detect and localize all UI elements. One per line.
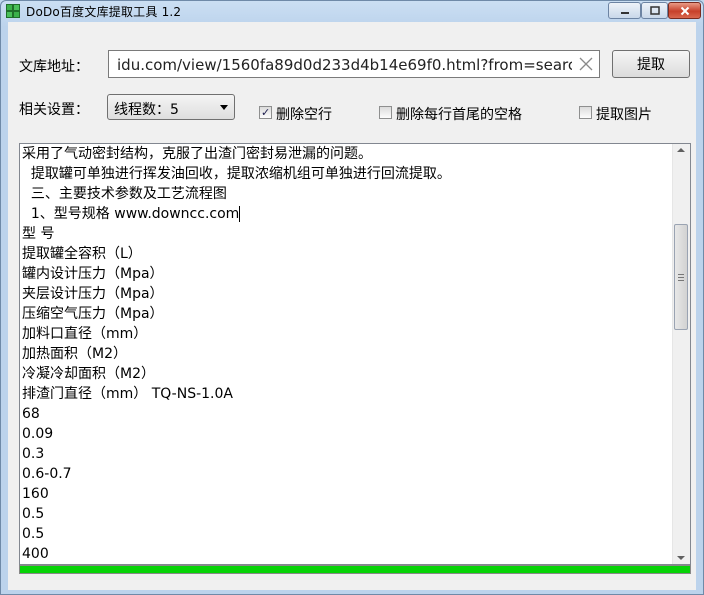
- url-label: 文库地址：: [19, 59, 89, 75]
- content-line: 0.5: [22, 506, 45, 522]
- chevron-down-icon: [220, 105, 228, 110]
- content-textarea[interactable]: 采用了气动密封结构，克服了出渣门密封易泄漏的问题。 提取罐可单独进行挥发油回收，…: [19, 143, 691, 565]
- clear-icon[interactable]: [577, 55, 595, 73]
- grip-line: [678, 280, 684, 281]
- text-caret: [239, 206, 241, 222]
- window-title: DoDo百度文库提取工具 1.2: [26, 5, 182, 19]
- delete-empty-lines-checkbox[interactable]: ✓: [259, 106, 272, 119]
- thread-count-select[interactable]: 线程数：5: [107, 94, 235, 120]
- minimize-icon: [620, 11, 629, 14]
- content-line: 160: [22, 486, 49, 502]
- thread-count-value: 线程数：5: [114, 102, 179, 118]
- content-line: 提取罐可单独进行挥发油回收，提取浓缩机组可单独进行回流提取。: [22, 166, 451, 182]
- delete-empty-lines-label[interactable]: 删除空行: [276, 104, 332, 124]
- content-line: 三、主要技术参数及工艺流程图: [22, 186, 227, 202]
- extract-images-label[interactable]: 提取图片: [596, 104, 652, 124]
- content-line: 夹层设计压力（Mpa）: [22, 286, 164, 302]
- checkmark-icon: ✓: [261, 106, 271, 119]
- grip-line: [678, 277, 684, 278]
- content-line: 加热面积（M2）: [22, 346, 127, 362]
- content-lines: 采用了气动密封结构，克服了出渣门密封易泄漏的问题。 提取罐可单独进行挥发油回收，…: [22, 144, 672, 564]
- content-line: 冷凝冷却面积（M2）: [22, 366, 155, 382]
- content-line: 400: [22, 546, 49, 562]
- scroll-down-icon[interactable]: [677, 556, 685, 560]
- trim-line-spaces-label[interactable]: 删除每行首尾的空格: [396, 104, 522, 124]
- content-line: 采用了气动密封结构，克服了出渣门密封易泄漏的问题。: [22, 146, 372, 162]
- url-input-value: idu.com/view/1560fa89d0d233d4b14e69f0.ht…: [117, 56, 572, 74]
- vertical-scrollbar[interactable]: [672, 144, 690, 564]
- extract-images-checkbox[interactable]: [579, 106, 592, 119]
- maximize-icon: [649, 6, 660, 15]
- url-input[interactable]: idu.com/view/1560fa89d0d233d4b14e69f0.ht…: [108, 50, 600, 78]
- settings-label: 相关设置：: [19, 102, 89, 118]
- content-line: 1、型号规格 www.downcc.com: [22, 206, 241, 222]
- content-line: 型 号: [22, 226, 55, 242]
- content-line: 提取罐全容积（L）: [22, 246, 142, 262]
- scroll-up-icon[interactable]: [677, 148, 685, 152]
- content-line: 罐内设计压力（Mpa）: [22, 266, 164, 282]
- content-line: 68: [22, 406, 40, 422]
- content-line: 0.6-0.7: [22, 466, 72, 482]
- scrollbar-thumb[interactable]: [674, 224, 688, 330]
- content-line: 排渣门直径（mm） TQ-NS-1.0A: [22, 386, 233, 402]
- content-line: 0.09: [22, 426, 54, 442]
- client-area: 文库地址： idu.com/view/1560fa89d0d233d4b14e6…: [8, 22, 696, 590]
- maximize-button[interactable]: [641, 2, 668, 19]
- grip-line: [678, 274, 684, 275]
- content-line: 压缩空气压力（Mpa）: [22, 306, 164, 322]
- content-line: 0.5: [22, 526, 45, 542]
- fetch-button[interactable]: 提取: [612, 50, 690, 78]
- app-icon: [6, 4, 20, 18]
- progress-bar: [19, 565, 691, 574]
- close-icon: [680, 6, 689, 15]
- progress-fill: [20, 566, 690, 573]
- title-bar[interactable]: DoDo百度文库提取工具 1.2: [1, 1, 703, 21]
- minimize-button[interactable]: [608, 2, 641, 19]
- trim-line-spaces-checkbox[interactable]: [379, 106, 392, 119]
- close-button[interactable]: [668, 2, 701, 19]
- content-line: 0.3: [22, 446, 45, 462]
- content-line: 加料口直径（mm）: [22, 326, 148, 342]
- app-window: DoDo百度文库提取工具 1.2 文库地址： idu.com/view/1560…: [0, 0, 704, 595]
